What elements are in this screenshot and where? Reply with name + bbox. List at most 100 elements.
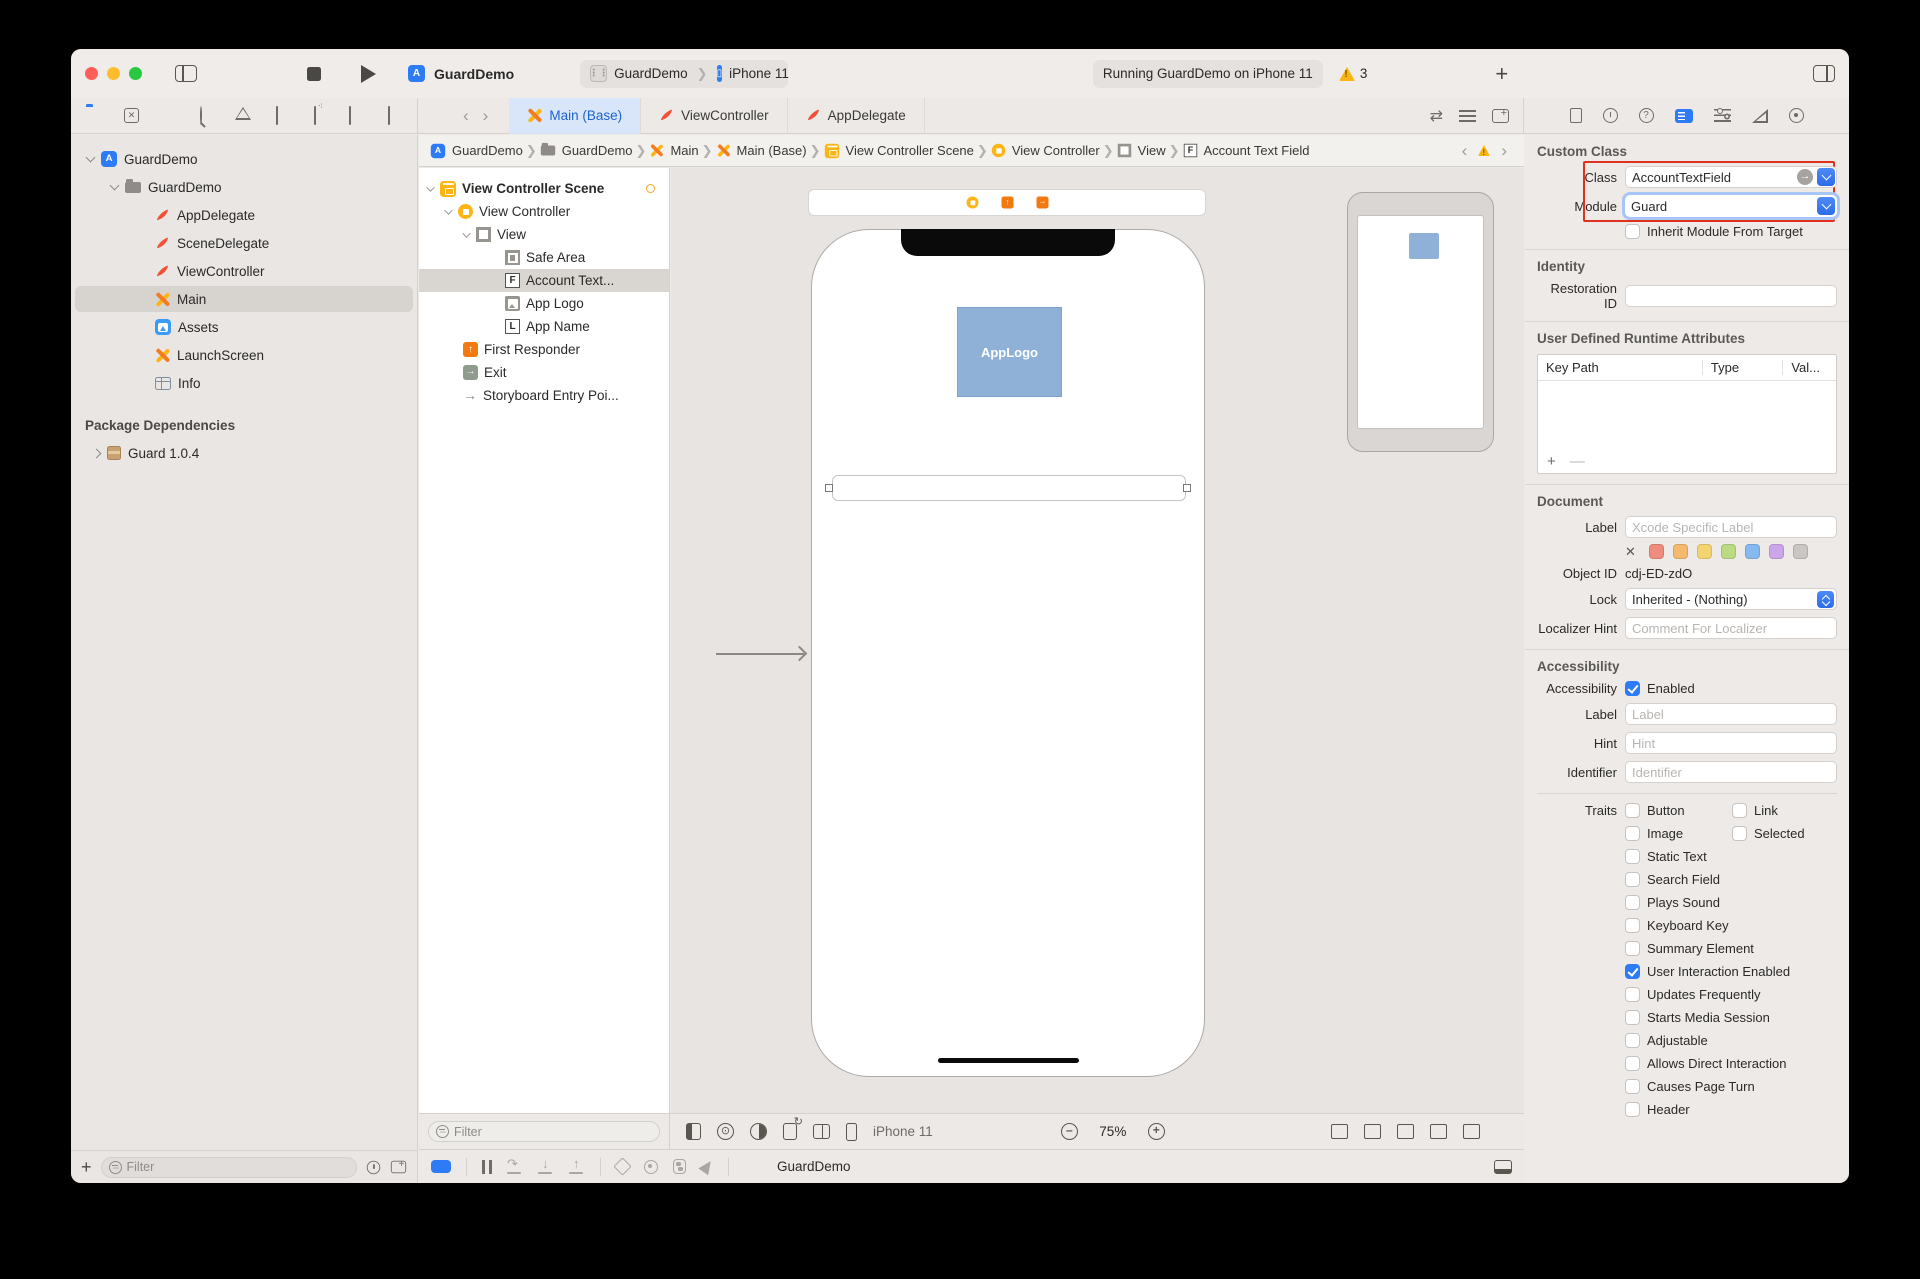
trait-checkbox-static-text[interactable] (1625, 849, 1640, 864)
chevron-down-icon[interactable] (426, 182, 435, 192)
memory-graph-icon[interactable] (644, 1159, 658, 1174)
new-tab-button[interactable]: + (1495, 61, 1508, 87)
document-label-field[interactable] (1625, 516, 1837, 538)
breadcrumb-scene[interactable]: View Controller Scene (823, 143, 975, 159)
adaptation-icon[interactable] (813, 1124, 830, 1139)
exit-icon[interactable]: → (1036, 196, 1048, 209)
color-swatch-blue[interactable] (1745, 544, 1760, 559)
no-color-icon[interactable]: ✕ (1625, 544, 1640, 559)
resolve-auto-layout-icon[interactable] (1462, 1124, 1480, 1139)
module-dropdown-icon[interactable] (1817, 197, 1835, 215)
close-window-button[interactable] (85, 67, 98, 80)
warning-icon[interactable] (1478, 145, 1491, 157)
first-responder-icon[interactable]: ↑ (1001, 196, 1013, 209)
step-into-icon[interactable] (538, 1156, 554, 1174)
orientation-icon[interactable] (783, 1115, 803, 1140)
scheme-selector[interactable]: ⋮⋮ GuardDemo ❯ ▯ iPhone 11 (580, 59, 789, 88)
stop-button[interactable] (307, 66, 321, 81)
go-forward-icon[interactable]: › (476, 106, 496, 126)
chevron-down-icon[interactable] (85, 152, 96, 163)
jump-to-class-icon[interactable]: → (1797, 169, 1813, 185)
breadcrumb-group[interactable]: GuardDemo (539, 142, 634, 158)
device-label[interactable]: iPhone 11 (873, 1124, 933, 1139)
recent-files-filter-icon[interactable] (366, 1160, 381, 1174)
restoration-id-field[interactable] (1625, 285, 1837, 307)
outline-item-view-controller[interactable]: View Controller (419, 200, 669, 223)
toggle-console-icon[interactable] (1494, 1159, 1512, 1174)
tree-item-project[interactable]: A GuardDemo (71, 145, 417, 173)
class-dropdown-icon[interactable] (1817, 168, 1835, 186)
editor-only-icon[interactable] (686, 1123, 701, 1140)
interface-builder-canvas[interactable]: ↑ → AppLogo (671, 168, 1524, 1113)
trait-checkbox-user-interaction-enabled[interactable] (1625, 964, 1640, 979)
add-attribute-button[interactable]: + (1547, 453, 1556, 470)
debug-navigator-icon[interactable] (310, 105, 328, 125)
environment-overrides-icon[interactable] (673, 1159, 686, 1174)
acc-identifier-field[interactable] (1625, 761, 1837, 783)
add-editor-icon[interactable] (1492, 107, 1509, 123)
outline-item-account-text-field[interactable]: F Account Text... (419, 269, 669, 292)
find-navigator-icon[interactable] (198, 105, 216, 125)
related-items-icon[interactable] (430, 107, 448, 125)
zoom-to-selection-icon[interactable] (1330, 1124, 1348, 1139)
trait-checkbox-header[interactable] (1625, 1102, 1640, 1117)
chevron-down-icon[interactable] (462, 228, 471, 238)
outline-item-view[interactable]: View (419, 223, 669, 246)
selection-handle-right[interactable] (1183, 484, 1191, 492)
outline-filter-field[interactable]: Filter (428, 1121, 660, 1142)
outline-item-exit[interactable]: → Exit (419, 361, 669, 384)
trait-checkbox-causes-page-turn[interactable] (1625, 1079, 1640, 1094)
source-control-navigator-icon[interactable]: ✕ (123, 107, 141, 125)
trait-checkbox-button[interactable] (1625, 803, 1640, 818)
history-inspector-icon[interactable] (1602, 108, 1618, 123)
test-navigator-icon[interactable] (273, 105, 291, 125)
acc-label-field[interactable] (1625, 703, 1837, 725)
pause-execution-icon[interactable] (482, 1159, 492, 1174)
symbol-navigator-icon[interactable] (160, 107, 178, 125)
previous-issue-icon[interactable]: ‹ (1455, 141, 1475, 161)
accessibility-enabled-checkbox[interactable] (1625, 681, 1640, 696)
trait-checkbox-image[interactable] (1625, 826, 1640, 841)
source-control-filter-icon[interactable] (390, 1159, 407, 1174)
inherit-module-checkbox[interactable] (1625, 224, 1640, 239)
tree-item-main-storyboard[interactable]: Main (71, 285, 417, 313)
next-issue-icon[interactable]: › (1494, 141, 1514, 161)
identity-inspector-icon[interactable] (1674, 108, 1693, 123)
view-controller-device-frame[interactable]: AppLogo (811, 229, 1205, 1077)
color-swatch-gray[interactable] (1793, 544, 1808, 559)
warning-badge[interactable]: 3 (1338, 66, 1367, 81)
breadcrumb-main-base[interactable]: Main (Base) (715, 143, 808, 158)
color-scheme-icon[interactable] (750, 1123, 767, 1140)
trait-checkbox-updates-frequently[interactable] (1625, 987, 1640, 1002)
outline-item-entry-point[interactable]: → Storyboard Entry Poi... (419, 384, 669, 407)
selection-handle-left[interactable] (825, 484, 833, 492)
tree-item-launchscreen[interactable]: LaunchScreen (71, 341, 417, 369)
tree-item-guard-package[interactable]: Guard 1.0.4 (71, 439, 417, 467)
breakpoint-navigator-icon[interactable] (348, 105, 366, 125)
go-back-icon[interactable]: ‹ (456, 106, 476, 126)
running-app-label[interactable]: GuardDemo (777, 1159, 851, 1174)
device-preview-thumbnail[interactable] (1347, 192, 1494, 452)
simulate-location-icon[interactable] (698, 1157, 716, 1176)
toggle-navigator-icon[interactable] (175, 65, 197, 82)
trait-checkbox-allows-direct-interaction[interactable] (1625, 1056, 1640, 1071)
issue-navigator-icon[interactable] (235, 107, 253, 125)
attributes-inspector-icon[interactable] (1713, 108, 1731, 122)
runtime-attributes-table[interactable]: Key Path Type Val... + — (1537, 354, 1837, 474)
connections-inspector-icon[interactable] (1788, 108, 1804, 123)
color-swatch-orange[interactable] (1673, 544, 1688, 559)
module-field[interactable]: Guard (1625, 195, 1837, 217)
align-constraints-icon[interactable] (1396, 1124, 1414, 1139)
localizer-hint-field[interactable] (1625, 617, 1837, 639)
outline-item-app-logo[interactable]: App Logo (419, 292, 669, 315)
toggle-inspector-icon[interactable] (1812, 65, 1835, 82)
account-text-field-selected[interactable] (832, 475, 1186, 501)
run-button[interactable] (361, 64, 376, 83)
storyboard-entry-point-arrow[interactable] (716, 653, 804, 655)
breakpoints-toggle-icon[interactable] (431, 1160, 451, 1173)
outline-item-first-responder[interactable]: ↑ First Responder (419, 338, 669, 361)
zoom-level[interactable]: 75% (1094, 1124, 1132, 1139)
color-swatch-yellow[interactable] (1697, 544, 1712, 559)
breadcrumb-account-text-field[interactable]: F Account Text Field (1182, 143, 1311, 158)
lock-select[interactable]: Inherited - (Nothing) (1625, 588, 1837, 610)
